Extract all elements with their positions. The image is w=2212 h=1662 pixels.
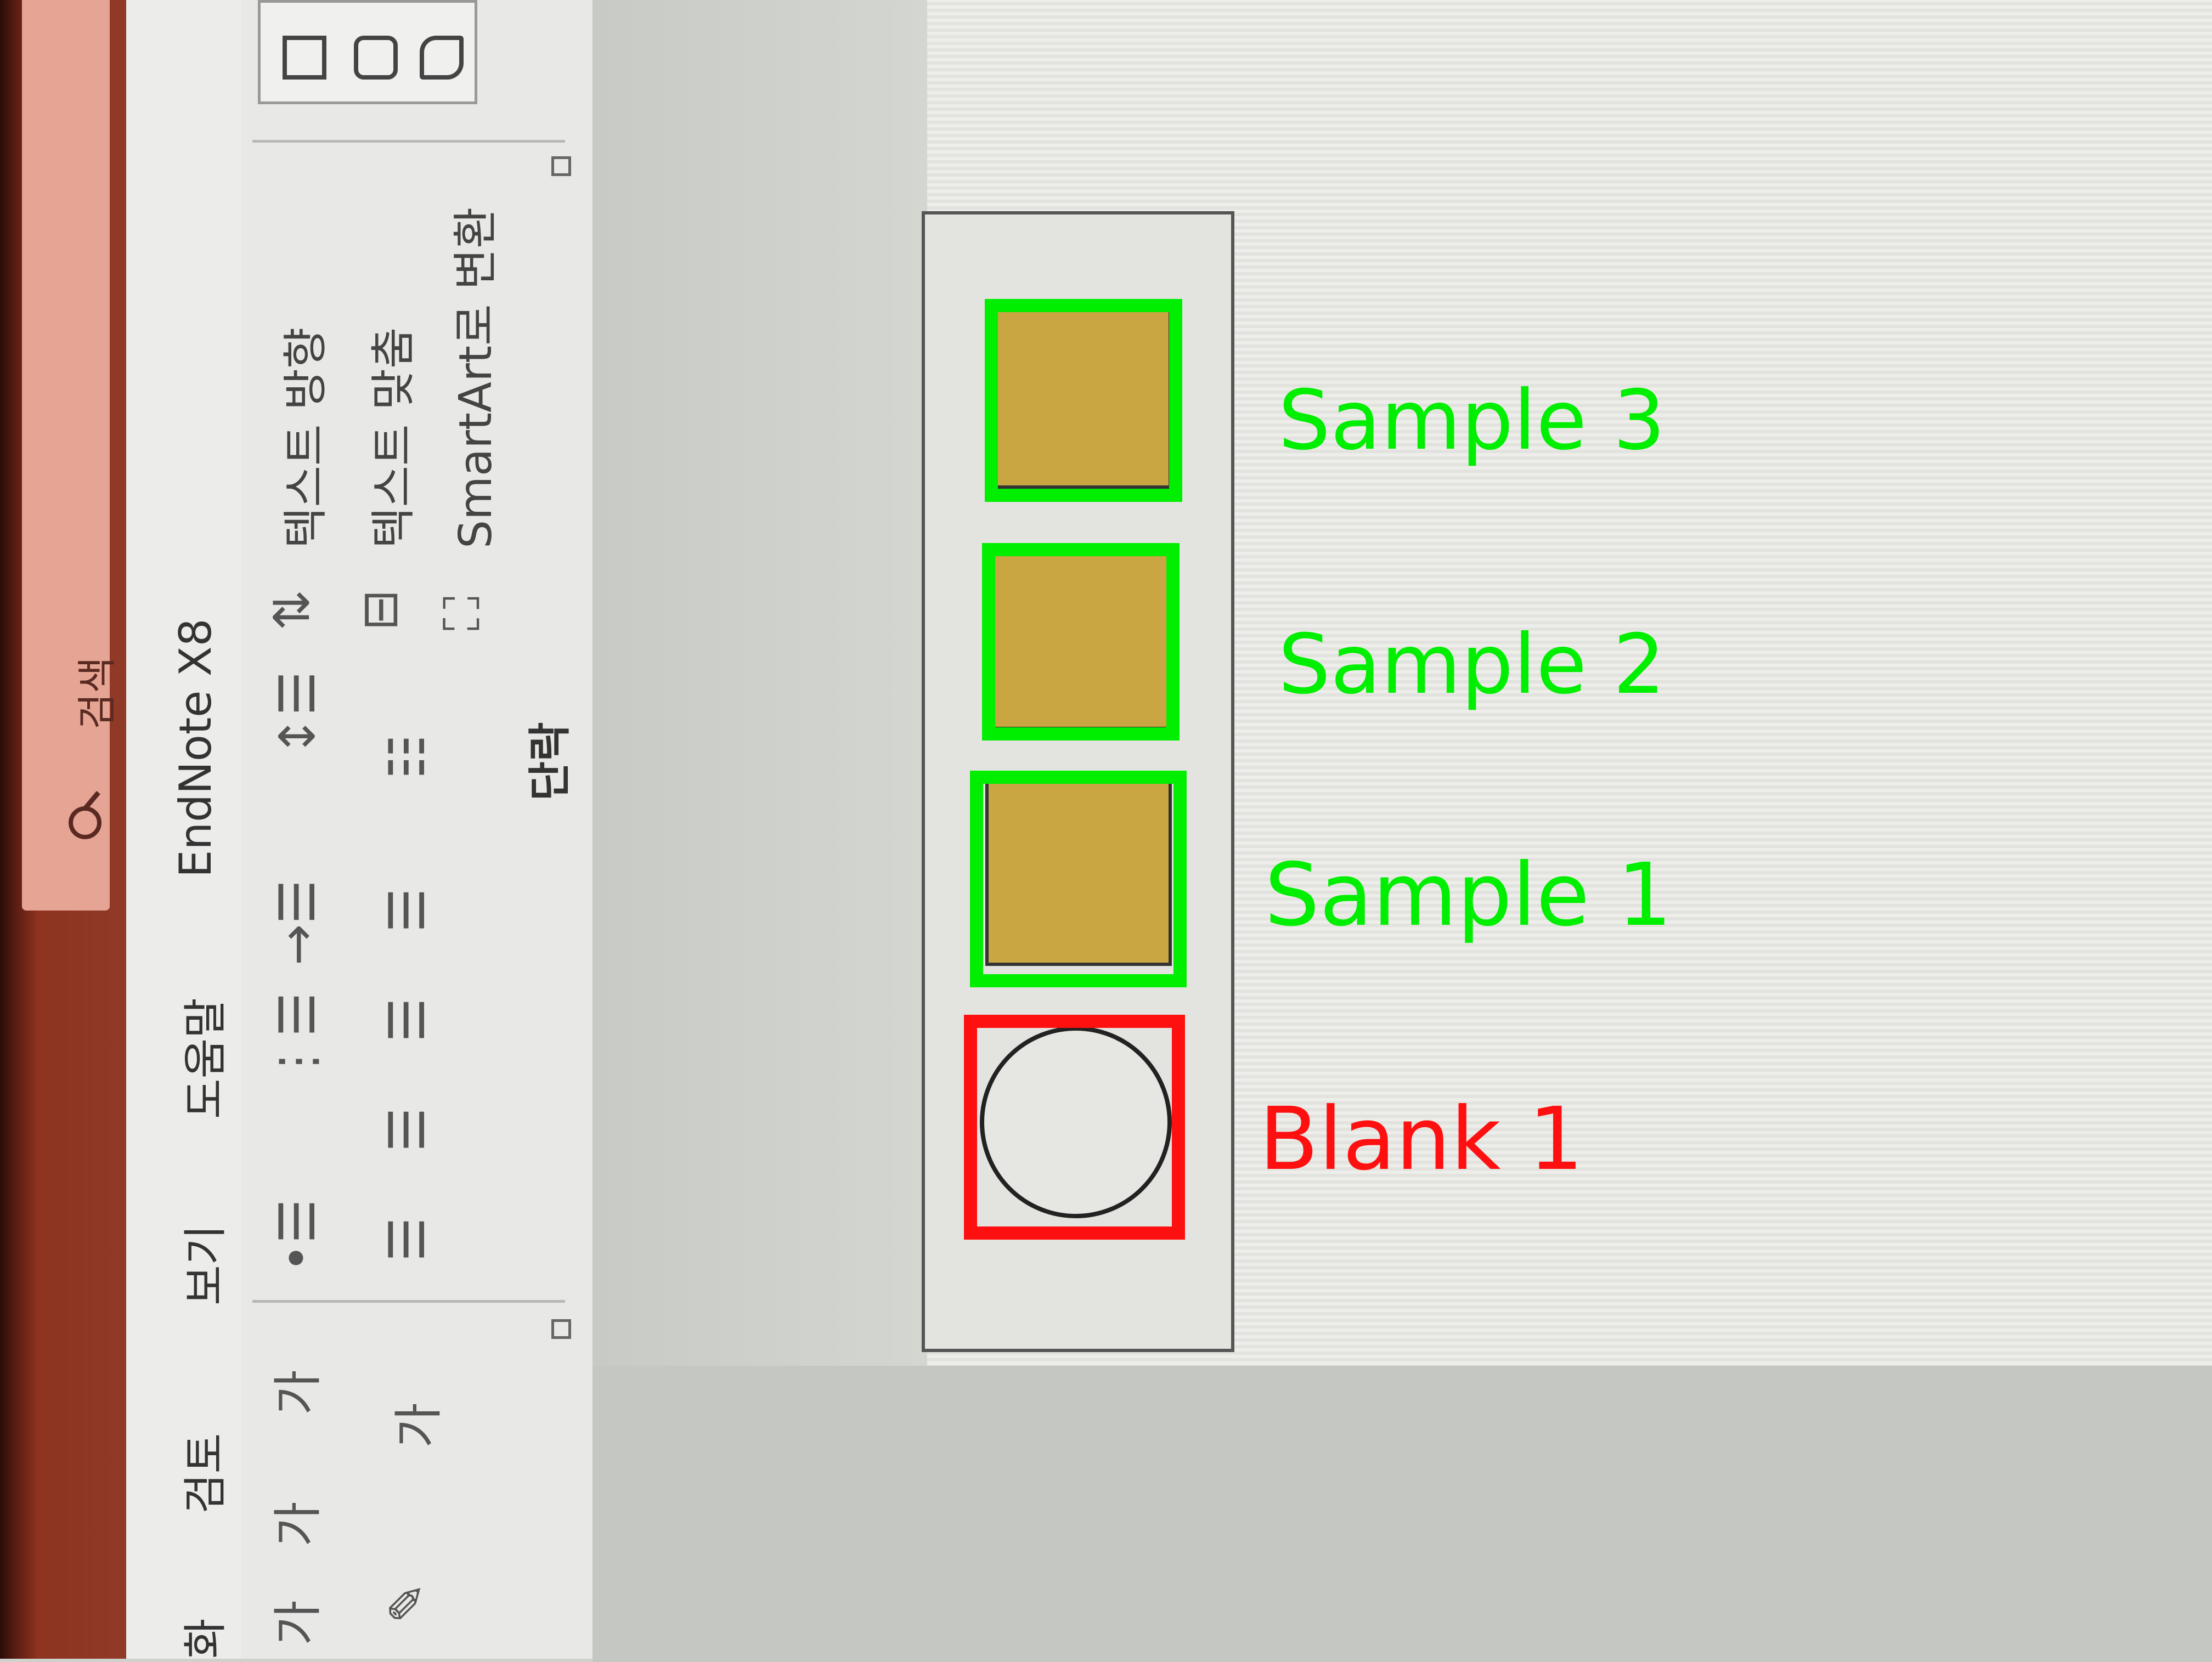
text-direction-icon: ⇅	[263, 589, 321, 631]
paragraph-group-label: 단락	[526, 722, 575, 801]
tab-slideshow[interactable]: 화	[170, 1618, 234, 1659]
annotation-sample-1: Sample 1	[1265, 845, 1673, 946]
smartart-button[interactable]: SmartArt로 변환	[439, 207, 504, 549]
align-text-button[interactable]: 텍스트 맞춤	[357, 327, 422, 549]
shape-roundrect-icon[interactable]	[354, 36, 398, 80]
shrink-font-button[interactable]: 가	[258, 1501, 329, 1547]
search-icon	[69, 790, 101, 839]
align-center-icon[interactable]: ☰	[379, 1107, 436, 1152]
bullet-list-icon[interactable]: •☰	[269, 1199, 326, 1273]
ribbon-tabs: 화 검토 보기 도움말 EndNote X8	[126, 0, 241, 1659]
tab-endnote[interactable]: EndNote X8	[170, 618, 221, 878]
slide-pane-bottom	[592, 1366, 2212, 1662]
detection-box-sample-3	[985, 299, 1182, 502]
paragraph-dialog-launcher-icon[interactable]	[551, 156, 571, 176]
clear-format-button[interactable]: 가	[258, 1370, 329, 1415]
smartart-icon: ⛶	[433, 596, 491, 631]
tab-view[interactable]: 보기	[170, 1225, 234, 1305]
tab-help[interactable]: 도움말	[170, 998, 234, 1119]
numbered-list-icon[interactable]: ⋮☰	[269, 992, 326, 1086]
increase-indent-icon[interactable]: →☰	[269, 880, 326, 965]
font-color-button[interactable]: 가	[379, 1403, 450, 1448]
detection-box-sample-2	[982, 543, 1180, 740]
annotation-sample-2: Sample 2	[1278, 617, 1666, 713]
detection-box-blank-1	[964, 1015, 1185, 1240]
annotation-blank-1: Blank 1	[1259, 1089, 1584, 1190]
shape-arrow-icon[interactable]	[420, 36, 464, 80]
ribbon: ⇅ 텍스트 방향 ⊟ 텍스트 맞춤 ⛶ SmartArt로 변환 ↕☰ →☰ ⋮…	[241, 0, 595, 1659]
grow-font-button[interactable]: 가	[258, 1600, 329, 1646]
text-direction-button[interactable]: 텍스트 방향	[269, 327, 334, 549]
annotation-sample-3: Sample 3	[1278, 373, 1666, 468]
search-box[interactable]: 검색	[22, 0, 120, 911]
search-label: 검색	[74, 657, 120, 730]
shape-rect-icon[interactable]	[283, 36, 326, 80]
align-text-icon: ⊟	[351, 589, 409, 631]
align-left-icon[interactable]: ☰	[379, 1217, 436, 1262]
line-spacing-icon[interactable]: ↕☰	[269, 671, 326, 757]
justify-icon[interactable]: ☰	[379, 888, 436, 932]
shapes-gallery[interactable]	[258, 0, 477, 104]
font-dialog-launcher-icon[interactable]	[551, 1319, 571, 1339]
title-bar: 검색	[0, 0, 126, 1659]
detection-box-sample-1	[970, 771, 1187, 987]
highlight-pen-icon[interactable]: ✎	[379, 1582, 436, 1624]
tab-review[interactable]: 검토	[170, 1433, 234, 1514]
columns-icon[interactable]: ☷	[379, 734, 436, 779]
align-right-icon[interactable]: ☰	[379, 998, 436, 1042]
